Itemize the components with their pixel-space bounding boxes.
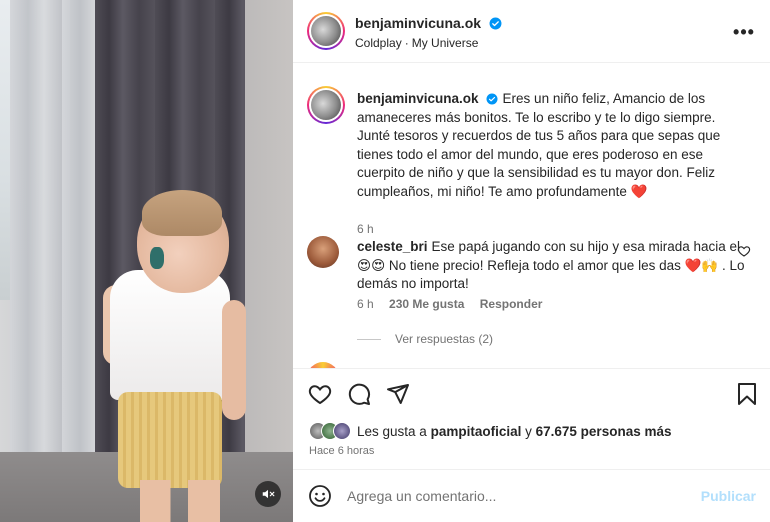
audio-attribution[interactable]: Coldplay · My Universe: [355, 36, 478, 50]
likes-conjunction: y: [525, 423, 532, 439]
caption-avatar[interactable]: [307, 86, 345, 124]
author-name-row: benjaminvicuna.ok: [355, 15, 502, 33]
speaker-muted-icon: [262, 489, 275, 499]
likes-text: Les gusta a pampitaoficial y 67.675 pers…: [357, 424, 671, 439]
media-pacifier: [150, 247, 164, 269]
save-button[interactable]: [734, 381, 760, 407]
heart-icon: [308, 385, 332, 405]
song-title: My Universe: [411, 36, 479, 50]
liker-username[interactable]: pampitaoficial: [431, 424, 522, 439]
caption-meta: 6 h: [357, 222, 386, 236]
comment-text-part: Ese papá jugando con su hijo y esa mirad…: [431, 239, 740, 254]
bookmark-icon: [738, 383, 756, 405]
media-child-shorts: [118, 392, 222, 488]
paper-plane-icon: [387, 384, 409, 404]
caption-text: Eres un niño feliz, Amancio de los amane…: [357, 91, 721, 199]
likes-count[interactable]: 67.675 personas más: [536, 424, 672, 439]
post-header: benjaminvicuna.ok Coldplay · My Universe •…: [293, 0, 770, 63]
comment-button[interactable]: [346, 381, 372, 407]
media-child-hair: [142, 190, 222, 236]
comment-text-block: celeste_bri Ese papá jugando con su hijo …: [357, 238, 747, 294]
comment-bubble-icon: [348, 383, 371, 405]
commenter-avatar[interactable]: [307, 236, 339, 268]
caption-text-block: benjaminvicuna.ok Eres un niño feliz, Am…: [357, 90, 747, 201]
share-button[interactable]: [385, 381, 411, 407]
commenter-username[interactable]: celeste_bri: [357, 239, 428, 254]
caption-time[interactable]: 6 h: [357, 222, 374, 236]
verified-badge-icon: [489, 17, 501, 30]
view-replies-label: Ver respuestas (2): [395, 332, 494, 346]
liker-avatar[interactable]: [333, 422, 351, 440]
comments-section[interactable]: benjaminvicuna.ok Eres un niño feliz, Am…: [293, 64, 770, 368]
author-username[interactable]: benjaminvicuna.ok: [355, 15, 481, 31]
caption-username[interactable]: benjaminvicuna.ok: [357, 91, 479, 106]
emoji-smiley-icon[interactable]: [308, 484, 332, 508]
like-button[interactable]: [307, 381, 333, 407]
media-child-legs: [140, 480, 220, 522]
post-timestamp[interactable]: Hace 6 horas: [309, 445, 374, 457]
post-actions: Les gusta a pampitaoficial y 67.675 pers…: [293, 368, 770, 468]
more-options-icon: •••: [733, 21, 755, 42]
comment-emoji: 😍😍: [357, 257, 386, 273]
comment-meta: 6 h 230 Me gusta Responder: [357, 297, 554, 311]
verified-badge-icon: [486, 93, 498, 105]
author-avatar[interactable]: [307, 12, 345, 50]
comment-like-heart-icon[interactable]: [737, 244, 751, 258]
view-replies-button[interactable]: Ver respuestas (2): [357, 332, 493, 346]
likes-prefix: Les gusta a: [357, 423, 427, 439]
more-options-button[interactable]: •••: [733, 21, 755, 42]
heart-emoji: ❤️: [630, 183, 648, 199]
comment-input[interactable]: [347, 483, 687, 509]
likes-summary: Les gusta a pampitaoficial y 67.675 pers…: [309, 422, 671, 440]
comment-text-part: No tiene precio! Refleja todo el amor qu…: [388, 257, 681, 273]
post-media[interactable]: [0, 0, 293, 522]
replies-divider: [357, 338, 381, 340]
comment-likes[interactable]: 230 Me gusta: [389, 297, 464, 311]
media-child-arm: [222, 300, 246, 420]
post-side-panel: benjaminvicuna.ok Coldplay · My Universe •…: [293, 0, 770, 522]
post-comment-button[interactable]: Publicar: [701, 488, 756, 504]
song-separator: ·: [404, 36, 409, 50]
comment-time[interactable]: 6 h: [357, 297, 374, 311]
comment-composer: Publicar: [293, 469, 770, 522]
mute-button[interactable]: [255, 481, 281, 507]
comment-emoji: ❤️🙌: [684, 257, 719, 273]
reply-button[interactable]: Responder: [480, 297, 543, 311]
song-artist: Coldplay: [355, 36, 402, 50]
